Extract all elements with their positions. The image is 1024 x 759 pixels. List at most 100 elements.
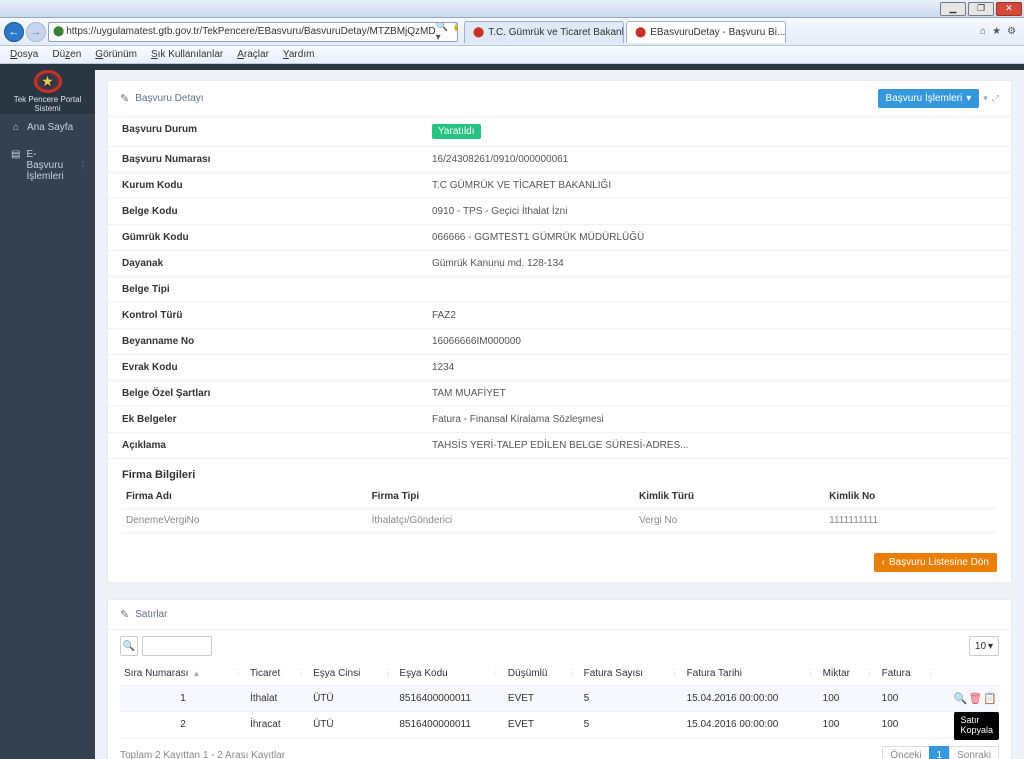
r1-sira: 1 bbox=[120, 686, 246, 712]
sidebar-item-anasayfa[interactable]: ⌂ Ana Sayfa bbox=[0, 114, 95, 141]
val-dayanak: Gümrük Kanunu md. 128-134 bbox=[432, 258, 997, 269]
row-view-icon[interactable]: 🔍 bbox=[953, 692, 965, 705]
val-belgetipi bbox=[432, 284, 997, 295]
basvuru-listesine-don-button[interactable]: ‹ Başvuru Listesine Dön bbox=[874, 553, 997, 572]
ie-home-icon[interactable]: ⌂ bbox=[980, 26, 986, 37]
browser-tab-2[interactable]: ⬤ EBasvuruDetay - Başvuru Bi... × bbox=[626, 21, 786, 43]
val-evrak: 1234 bbox=[432, 362, 997, 373]
ie-tools-icon[interactable]: ⚙ bbox=[1007, 26, 1016, 37]
firma-h-kimno: Kimlik No bbox=[825, 485, 997, 509]
menu-sik[interactable]: Sık Kullanılanlar bbox=[145, 49, 229, 60]
filter-icon[interactable]: ⋮ bbox=[866, 668, 874, 677]
btn-islem-label: Başvuru İşlemleri bbox=[886, 93, 963, 104]
r2-fatura: 100 bbox=[878, 712, 939, 738]
row-delete-icon[interactable]: 🗑 bbox=[968, 692, 980, 705]
fullscreen-icon[interactable]: ⤢ bbox=[992, 93, 999, 104]
window-restore[interactable]: ❐ bbox=[968, 2, 994, 16]
menu-dosya[interactable]: Dosya bbox=[4, 49, 44, 60]
col-miktar[interactable]: Miktar ⋮ bbox=[819, 662, 878, 686]
h-ecins: Eşya Cinsi bbox=[313, 668, 360, 679]
filter-icon[interactable]: ⋮ bbox=[807, 668, 815, 677]
browser-tab-1[interactable]: ⬤ T.C. Gümrük ve Ticaret Bakanl... bbox=[464, 21, 624, 43]
menu-yardim[interactable]: Yardım bbox=[277, 49, 321, 60]
url-text: https://uygulamatest.gtb.gov.tr/TekPence… bbox=[66, 26, 435, 37]
page-size-select[interactable]: 10 ▾ bbox=[969, 636, 999, 656]
search-dropdown-icon[interactable]: 🔍 ▾ bbox=[436, 22, 448, 42]
filter-icon[interactable]: ⋮ bbox=[383, 668, 391, 677]
lbl-kurum: Kurum Kodu bbox=[122, 180, 432, 191]
row-durum: Başvuru Durum Yaratıldı bbox=[108, 117, 1011, 147]
btn-geri-label: Başvuru Listesine Dön bbox=[889, 557, 989, 568]
menu-duzen[interactable]: Düzen bbox=[46, 49, 87, 60]
sort-asc-icon: ▲ bbox=[192, 669, 200, 678]
val-kurum: T.C GÜMRÜK VE TİCARET BAKANLIĞI bbox=[432, 180, 997, 191]
h-miktar: Miktar bbox=[823, 668, 850, 679]
caret-down-icon-2: ▾ bbox=[988, 641, 993, 652]
nav-forward[interactable]: → bbox=[26, 22, 46, 42]
col-fsayi[interactable]: Fatura Sayısı⋮ bbox=[580, 662, 683, 686]
col-ecins[interactable]: Eşya Cinsi ⋮ bbox=[309, 662, 395, 686]
satir-grid: Sıra Numarası ▲ ⋮ Ticaret⋮ Eşya Cinsi ⋮ Eşy… bbox=[120, 662, 999, 738]
row-copy-icon[interactable]: 📋 bbox=[983, 692, 995, 705]
brand-logo-icon: ★ bbox=[34, 70, 62, 93]
caret-down-icon: ▾ bbox=[966, 93, 971, 104]
lbl-dayanak: Dayanak bbox=[122, 258, 432, 269]
favicon-icon: ⬤ bbox=[53, 26, 64, 37]
collapse-icon[interactable]: ▾ bbox=[983, 93, 988, 104]
grid-search-button[interactable]: 🔍 bbox=[120, 636, 138, 656]
val-numara: 16/24308261/0910/000000061 bbox=[432, 154, 997, 165]
col-sira[interactable]: Sıra Numarası ▲ ⋮ bbox=[120, 662, 246, 686]
menu-gorunum[interactable]: Görünüm bbox=[89, 49, 143, 60]
grid-row-2[interactable]: 2 İhracat ÜTÜ 8516400000011 EVET 5 15.04… bbox=[120, 712, 999, 738]
address-bar[interactable]: ⬤ https://uygulamatest.gtb.gov.tr/TekPen… bbox=[48, 22, 458, 42]
chart-icon: ▤ bbox=[11, 149, 20, 182]
panel-basvuru-detayi: ✎ Başvuru Detayı Başvuru İşlemleri ▾ ▾ ⤢… bbox=[107, 80, 1012, 583]
col-fatura[interactable]: Fatura⋮ bbox=[878, 662, 939, 686]
ie-menu-bar: Dosya Düzen Görünüm Sık Kullanılanlar Ar… bbox=[0, 46, 1024, 64]
sidebar-label-anasayfa: Ana Sayfa bbox=[27, 122, 73, 133]
r2-ekodu: 8516400000011 bbox=[395, 712, 504, 738]
panel-satirlar: ✎ Satırlar 🔍 10 ▾ Sıra Numarası▲⋮ Ticare… bbox=[107, 599, 1012, 759]
h-dus: Düşümlü bbox=[508, 668, 547, 679]
col-ticaret[interactable]: Ticaret⋮ bbox=[246, 662, 309, 686]
menu-araclar[interactable]: Araçlar bbox=[231, 49, 275, 60]
grid-search-input[interactable] bbox=[142, 636, 212, 656]
col-dus[interactable]: Düşümlü ⋮ bbox=[504, 662, 580, 686]
col-ftarih[interactable]: Fatura Tarihi⋮ bbox=[683, 662, 819, 686]
pager-next[interactable]: Sonraki bbox=[949, 746, 999, 759]
grid-row-1[interactable]: 1 İthalat ÜTÜ 8516400000011 EVET 5 15.04… bbox=[120, 686, 999, 712]
home-icon: ⌂ bbox=[11, 122, 21, 133]
firma-kimno: 1111111111 bbox=[825, 509, 997, 533]
firma-table: Firma Adı Firma Tipi Kimlik Türü Kimlik … bbox=[122, 485, 997, 533]
r2-dus: EVET bbox=[504, 712, 580, 738]
r1-ticaret: İthalat bbox=[246, 686, 309, 712]
sidebar-item-ebasvuru[interactable]: ▤ E-Başvuru İşlemleri ⋮ bbox=[0, 141, 95, 190]
val-beyanname: 16066666IM000000 bbox=[432, 336, 997, 347]
r1-ftarih: 15.04.2016 00:00:00 bbox=[683, 686, 819, 712]
window-close[interactable]: ✕ bbox=[996, 2, 1022, 16]
r2-fsayi: 5 bbox=[580, 712, 683, 738]
filter-icon[interactable]: ⋮ bbox=[927, 668, 935, 677]
pager-page-1[interactable]: 1 bbox=[929, 746, 951, 759]
ie-favorites-icon[interactable]: ★ bbox=[992, 26, 1001, 37]
pager-prev[interactable]: Önceki bbox=[882, 746, 929, 759]
firma-ad: DenemeVergiNo bbox=[122, 509, 368, 533]
filter-icon[interactable]: ⋮ bbox=[492, 668, 500, 677]
col-ekodu[interactable]: Eşya Kodu⋮ bbox=[395, 662, 504, 686]
filter-icon[interactable]: ⋮ bbox=[234, 668, 242, 677]
edit-icon-2: ✎ bbox=[120, 608, 129, 621]
filter-icon[interactable]: ⋮ bbox=[297, 668, 305, 677]
h-sira: Sıra Numarası bbox=[124, 668, 188, 679]
r2-sira: 2 bbox=[120, 712, 246, 738]
tab2-favicon-icon: ⬤ bbox=[635, 27, 646, 38]
basvuru-islemleri-button[interactable]: Başvuru İşlemleri ▾ bbox=[878, 89, 980, 108]
chevron-right-icon: ⋮ bbox=[79, 161, 87, 170]
window-minimize[interactable]: ▁ bbox=[940, 2, 966, 16]
val-kontrol: FAZ2 bbox=[432, 310, 997, 321]
edit-icon: ✎ bbox=[120, 92, 129, 105]
nav-back[interactable]: ← bbox=[4, 22, 24, 42]
filter-icon[interactable]: ⋮ bbox=[671, 668, 679, 677]
tooltip-satir-kopyala: Satır Kopyala bbox=[954, 712, 999, 740]
val-ekbelge: Fatura - Finansal Kiralama Sözleşmesi bbox=[432, 414, 997, 425]
filter-icon[interactable]: ⋮ bbox=[568, 668, 576, 677]
